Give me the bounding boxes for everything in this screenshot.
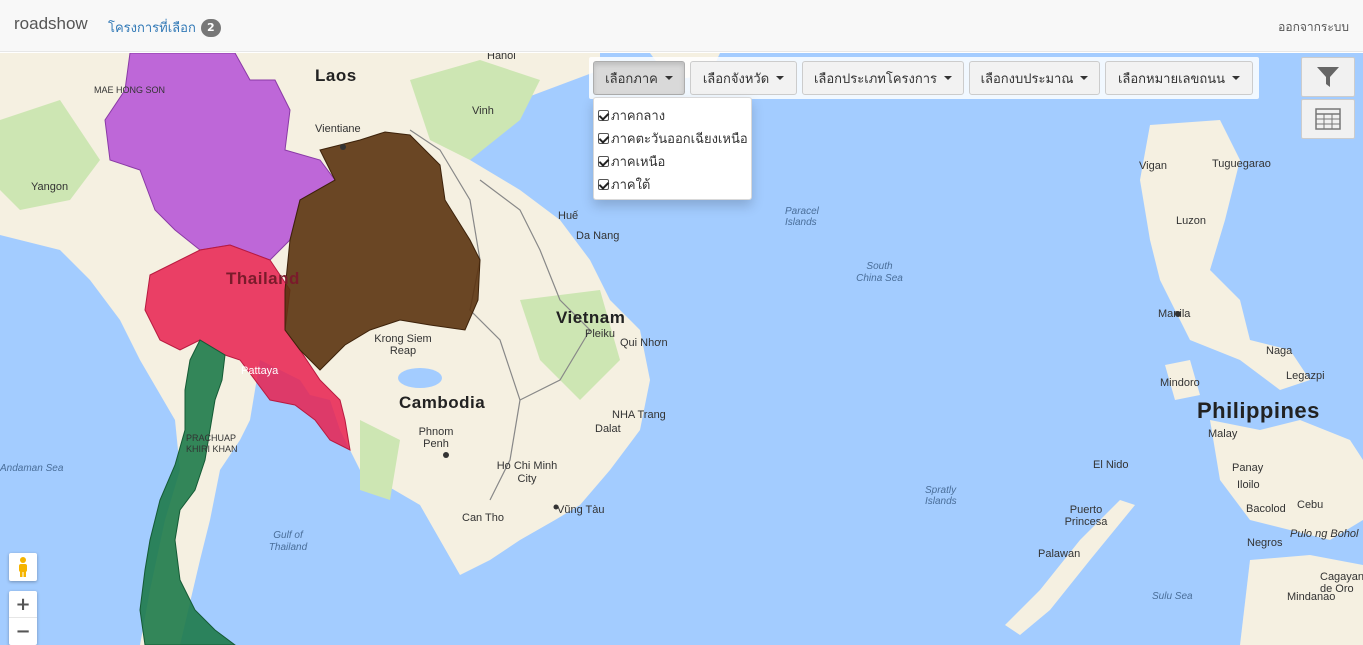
checkbox-checked-icon[interactable]	[598, 133, 609, 144]
region-option-label: ภาคตะวันออกเฉียงเหนือ	[611, 132, 748, 147]
map-label-philippines: Philippines	[1197, 398, 1320, 423]
map-label-luzon: Luzon	[1176, 215, 1206, 227]
city-dot	[340, 144, 346, 150]
selected-projects-badge: 2	[200, 18, 221, 37]
tonle-sap-lake	[398, 368, 442, 388]
map-label-phnom-penh: Phnom Penh	[418, 426, 454, 450]
map-label-negros: Negros	[1247, 537, 1283, 549]
budget-filter-label: เลือกงบประมาณ	[980, 71, 1074, 87]
zoom-out-button[interactable]: −	[9, 618, 37, 645]
map-label-vinh: Vinh	[472, 105, 494, 117]
checkbox-checked-icon[interactable]	[598, 156, 609, 167]
region-option-label: ภาคใต้	[611, 178, 651, 193]
caret-down-icon	[1080, 76, 1089, 80]
map-label-legazpi: Legazpi	[1286, 370, 1325, 382]
map-label-iloilo: Iloilo	[1237, 479, 1260, 491]
map-label-dalat: Dalat	[595, 423, 621, 435]
selected-projects-link[interactable]: โครงการที่เลือก 2	[108, 17, 221, 38]
map-label-nha-trang: NHA Trang	[612, 409, 666, 421]
map-label-spratly: Spratly Islands	[925, 485, 957, 507]
caret-down-icon	[944, 76, 953, 80]
pegman-icon	[19, 557, 27, 577]
map-label-cambodia: Cambodia	[399, 393, 486, 412]
map-label-vigan: Vigan	[1139, 160, 1167, 172]
table-icon	[1315, 108, 1341, 130]
map-label-palawan: Palawan	[1038, 548, 1081, 560]
caret-down-icon	[776, 76, 785, 80]
map-label-vientiane: Vientiane	[315, 123, 361, 135]
region-dropdown-menu: ภาคกลาง ภาคตะวันออกเฉียงเหนือ ภาคเหนือ ภ…	[593, 97, 752, 200]
map-label-yangon: Yangon	[31, 181, 69, 193]
map-label-can-tho: Can Tho	[462, 512, 504, 524]
map-label-south-china-sea: South China Sea	[856, 261, 903, 284]
filter-toolbar: เลือกภาค เลือกจังหวัด เลือกประเภทโครงการ…	[589, 57, 1259, 99]
checkbox-checked-icon[interactable]	[598, 179, 609, 190]
budget-filter-button[interactable]: เลือกงบประมาณ	[969, 61, 1100, 95]
map-label-prachuap: PRACHUAP KHIRI KHAN	[186, 433, 238, 454]
province-filter-button[interactable]: เลือกจังหวัด	[690, 61, 797, 95]
checkbox-checked-icon[interactable]	[598, 110, 609, 121]
region-filter-label: เลือกภาค	[605, 71, 658, 87]
map-label-puerto-princesa: Puerto Princesa	[1064, 504, 1108, 528]
map-label-pattaya: Pattaya	[241, 365, 279, 377]
province-filter-label: เลือกจังหวัด	[702, 71, 770, 87]
project-type-filter-button[interactable]: เลือกประเภทโครงการ	[802, 61, 964, 95]
map-label-cebu: Cebu	[1297, 499, 1324, 511]
map-label-hue: Huế	[558, 210, 579, 222]
zoom-in-button[interactable]: +	[9, 591, 37, 618]
region-filter-button[interactable]: เลือกภาค	[593, 61, 685, 95]
region-option-label: ภาคเหนือ	[611, 155, 666, 170]
map-label-mae-hong-son: MAE HONG SON	[94, 85, 166, 95]
road-number-filter-button[interactable]: เลือกหมายเลขถนน	[1105, 61, 1253, 95]
map-label-malay: Malay	[1208, 428, 1238, 440]
map-label-mindoro: Mindoro	[1160, 377, 1200, 389]
road-number-filter-label: เลือกหมายเลขถนน	[1117, 71, 1226, 87]
map-label-pleiku: Pleiku	[585, 328, 615, 340]
app-brand[interactable]: roadshow	[14, 14, 88, 34]
logout-link[interactable]: ออกจากระบบ	[1278, 18, 1349, 37]
region-option-north[interactable]: ภาคเหนือ	[598, 150, 751, 173]
map-label-panay: Panay	[1232, 462, 1264, 474]
selected-projects-label: โครงการที่เลือก	[108, 21, 196, 36]
filter-panel-button[interactable]	[1301, 57, 1355, 97]
street-view-pegman[interactable]	[9, 553, 37, 581]
map-label-cagayan-de-oro: Cagayan de Oro	[1320, 571, 1363, 595]
map-label-bacolod: Bacolod	[1246, 503, 1286, 515]
project-type-filter-label: เลือกประเภทโครงการ	[813, 71, 938, 87]
map-label-ho-chi-minh: Ho Chi Minh City	[496, 460, 558, 485]
caret-down-icon	[1232, 76, 1241, 80]
caret-down-icon	[664, 76, 673, 80]
map-label-tuguegarao: Tuguegarao	[1212, 158, 1271, 170]
map-label-paracel: Paracel Islands	[785, 206, 819, 228]
funnel-icon	[1317, 67, 1339, 87]
map-label-hanoi: Hanoi	[487, 53, 516, 62]
map-label-da-nang: Da Nang	[576, 230, 620, 242]
map-label-qui-nhon: Qui Nhơn	[620, 337, 668, 349]
region-option-label: ภาคกลาง	[611, 109, 666, 124]
map-label-andaman-sea: Andaman Sea	[0, 463, 64, 474]
top-navbar: roadshow โครงการที่เลือก 2 ออกจากระบบ	[0, 0, 1363, 52]
map-label-laos: Laos	[315, 66, 357, 85]
region-option-central[interactable]: ภาคกลาง	[598, 104, 751, 127]
map-label-manila: Manila	[1158, 308, 1191, 320]
region-option-northeast[interactable]: ภาคตะวันออกเฉียงเหนือ	[598, 127, 751, 150]
region-option-south[interactable]: ภาคใต้	[598, 173, 751, 196]
map-label-sulu-sea: Sulu Sea	[1152, 591, 1193, 602]
map-label-siem-reap: Krong Siem Reap	[374, 333, 432, 357]
map-label-vietnam: Vietnam	[556, 308, 626, 327]
map-label-pulo-ng-bohol: Pulo ng Bohol	[1290, 528, 1359, 540]
zoom-control: + −	[9, 591, 37, 645]
map-label-el-nido: El Nido	[1093, 459, 1129, 471]
city-dot	[443, 452, 449, 458]
map-label-thailand: Thailand	[226, 269, 300, 288]
table-view-button[interactable]	[1301, 99, 1355, 139]
map-label-naga: Naga	[1266, 345, 1293, 357]
map-label-vung-tau: Vũng Tàu	[557, 504, 605, 516]
map-label-gulf-of-thailand: Gulf of Thailand	[268, 530, 308, 553]
